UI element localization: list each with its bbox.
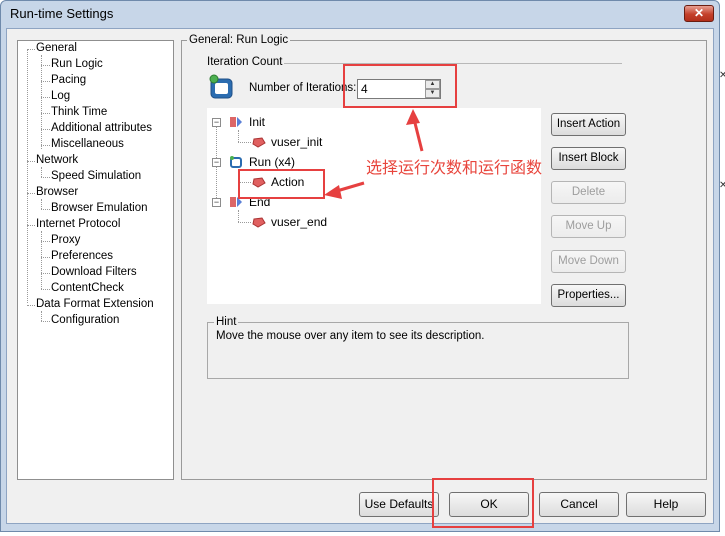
nav-item-internet-protocol[interactable]: Internet Protocol [36, 218, 120, 230]
nav-item-general[interactable]: General [36, 42, 77, 54]
iterations-loop-icon [209, 74, 233, 99]
delete-button[interactable]: Delete [551, 181, 626, 204]
run-block-icon [230, 156, 242, 168]
init-collapse-icon[interactable]: − [212, 118, 221, 127]
hint-text: Move the mouse over any item to see its … [216, 330, 485, 342]
nav-item-think-time[interactable]: Think Time [51, 106, 107, 118]
use-defaults-button[interactable]: Use Defaults [359, 492, 439, 517]
help-button[interactable]: Help [626, 492, 706, 517]
tree-node-vuser-end[interactable]: vuser_end [271, 215, 327, 229]
nav-item-download-filters[interactable]: Download Filters [51, 266, 137, 278]
run-collapse-icon[interactable]: − [212, 158, 221, 167]
number-of-iterations-label: Number of Iterations: [249, 82, 357, 94]
annotation-arrows [324, 109, 424, 199]
annotation-box-action [238, 169, 325, 199]
nav-item-run-logic[interactable]: Run Logic [51, 58, 103, 70]
tree-node-init[interactable]: Init [249, 115, 265, 129]
nav-item-configuration[interactable]: Configuration [51, 314, 119, 326]
nav-item-proxy[interactable]: Proxy [51, 234, 80, 246]
close-button[interactable]: ✕ [684, 5, 714, 22]
settings-nav-tree[interactable]: General Run Logic Pacing Log Think Time … [17, 40, 174, 480]
title-bar[interactable]: Run-time Settings [0, 0, 720, 28]
nav-item-log[interactable]: Log [51, 90, 70, 102]
cancel-button[interactable]: Cancel [539, 492, 619, 517]
iteration-count-group-label: Iteration Count [207, 56, 283, 68]
properties-button[interactable]: Properties... [551, 284, 626, 307]
nav-item-miscellaneous[interactable]: Miscellaneous [51, 138, 124, 150]
nav-item-browser[interactable]: Browser [36, 186, 78, 198]
action-icon [252, 137, 266, 148]
action-icon [252, 217, 266, 228]
panel-title: General: Run Logic [187, 34, 291, 46]
move-up-button[interactable]: Move Up [551, 215, 626, 238]
insert-block-button[interactable]: Insert Block [551, 147, 626, 170]
annotation-box-ok [432, 478, 534, 528]
nav-item-pacing[interactable]: Pacing [51, 74, 86, 86]
nav-item-speed-simulation[interactable]: Speed Simulation [51, 170, 141, 182]
hint-title: Hint [214, 316, 239, 328]
nav-item-contentcheck[interactable]: ContentCheck [51, 282, 124, 294]
tree-node-run[interactable]: Run (x4) [249, 155, 295, 169]
window-title: Run-time Settings [10, 6, 114, 21]
nav-item-preferences[interactable]: Preferences [51, 250, 113, 262]
nav-item-browser-emulation[interactable]: Browser Emulation [51, 202, 148, 214]
insert-action-button[interactable]: Insert Action [551, 113, 626, 136]
tree-node-vuser-init[interactable]: vuser_init [271, 135, 322, 149]
nav-item-network[interactable]: Network [36, 154, 78, 166]
annotation-box-iterations [343, 64, 457, 108]
move-down-button[interactable]: Move Down [551, 250, 626, 273]
nav-item-data-format-extension[interactable]: Data Format Extension [36, 298, 154, 310]
init-block-icon [230, 117, 242, 127]
nav-item-additional-attributes[interactable]: Additional attributes [51, 122, 152, 134]
end-collapse-icon[interactable]: − [212, 198, 221, 207]
